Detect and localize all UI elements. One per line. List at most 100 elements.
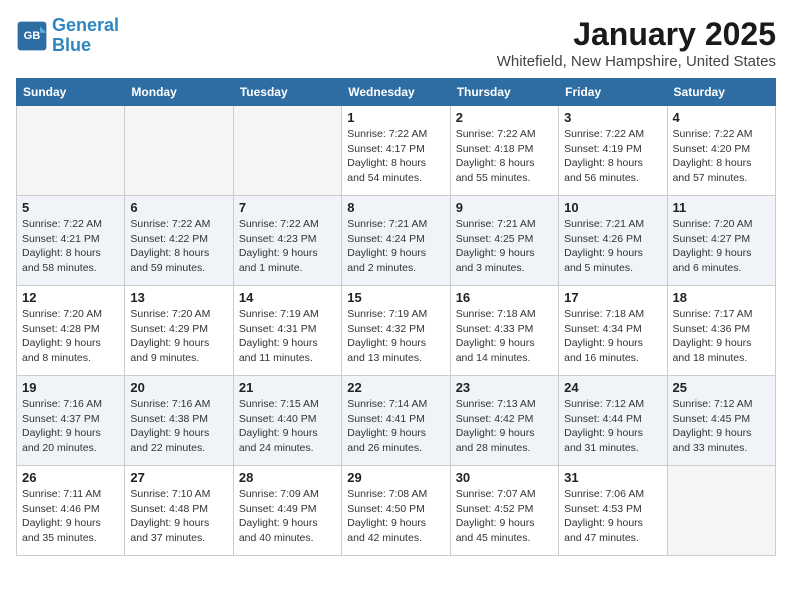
day-info: Sunrise: 7:10 AMSunset: 4:48 PMDaylight:… bbox=[130, 487, 227, 546]
day-info: Sunrise: 7:09 AMSunset: 4:49 PMDaylight:… bbox=[239, 487, 336, 546]
day-info: Sunrise: 7:20 AMSunset: 4:27 PMDaylight:… bbox=[673, 217, 770, 276]
day-number: 4 bbox=[673, 110, 770, 125]
calendar-cell: 4 Sunrise: 7:22 AMSunset: 4:20 PMDaylight… bbox=[667, 106, 775, 196]
day-info: Sunrise: 7:12 AMSunset: 4:44 PMDaylight:… bbox=[564, 397, 661, 456]
calendar-cell: 24 Sunrise: 7:12 AMSunset: 4:44 PMDayligh… bbox=[559, 376, 667, 466]
calendar-week-row: 12 Sunrise: 7:20 AMSunset: 4:28 PMDayligh… bbox=[17, 286, 776, 376]
month-title: January 2025 bbox=[497, 16, 776, 53]
calendar-cell: 1 Sunrise: 7:22 AMSunset: 4:17 PMDaylight… bbox=[342, 106, 450, 196]
day-info: Sunrise: 7:22 AMSunset: 4:19 PMDaylight:… bbox=[564, 127, 661, 186]
day-number: 3 bbox=[564, 110, 661, 125]
day-info: Sunrise: 7:16 AMSunset: 4:37 PMDaylight:… bbox=[22, 397, 119, 456]
day-info: Sunrise: 7:21 AMSunset: 4:25 PMDaylight:… bbox=[456, 217, 553, 276]
day-info: Sunrise: 7:06 AMSunset: 4:53 PMDaylight:… bbox=[564, 487, 661, 546]
day-number: 14 bbox=[239, 290, 336, 305]
calendar-cell: 31 Sunrise: 7:06 AMSunset: 4:53 PMDayligh… bbox=[559, 466, 667, 556]
calendar-cell: 5 Sunrise: 7:22 AMSunset: 4:21 PMDaylight… bbox=[17, 196, 125, 286]
day-number: 16 bbox=[456, 290, 553, 305]
calendar-cell: 22 Sunrise: 7:14 AMSunset: 4:41 PMDayligh… bbox=[342, 376, 450, 466]
calendar-cell: 3 Sunrise: 7:22 AMSunset: 4:19 PMDaylight… bbox=[559, 106, 667, 196]
calendar-cell: 2 Sunrise: 7:22 AMSunset: 4:18 PMDaylight… bbox=[450, 106, 558, 196]
day-number: 12 bbox=[22, 290, 119, 305]
calendar-cell bbox=[233, 106, 341, 196]
calendar-week-row: 26 Sunrise: 7:11 AMSunset: 4:46 PMDayligh… bbox=[17, 466, 776, 556]
day-number: 30 bbox=[456, 470, 553, 485]
calendar-cell bbox=[17, 106, 125, 196]
day-info: Sunrise: 7:18 AMSunset: 4:34 PMDaylight:… bbox=[564, 307, 661, 366]
calendar-week-row: 5 Sunrise: 7:22 AMSunset: 4:21 PMDaylight… bbox=[17, 196, 776, 286]
day-number: 28 bbox=[239, 470, 336, 485]
calendar-cell: 26 Sunrise: 7:11 AMSunset: 4:46 PMDayligh… bbox=[17, 466, 125, 556]
day-info: Sunrise: 7:15 AMSunset: 4:40 PMDaylight:… bbox=[239, 397, 336, 456]
col-header-friday: Friday bbox=[559, 79, 667, 106]
day-info: Sunrise: 7:22 AMSunset: 4:20 PMDaylight:… bbox=[673, 127, 770, 186]
calendar-cell: 11 Sunrise: 7:20 AMSunset: 4:27 PMDayligh… bbox=[667, 196, 775, 286]
calendar-cell: 23 Sunrise: 7:13 AMSunset: 4:42 PMDayligh… bbox=[450, 376, 558, 466]
day-number: 5 bbox=[22, 200, 119, 215]
calendar-cell: 10Sunrise: 7:21 AMSunset: 4:26 PMDayligh… bbox=[559, 196, 667, 286]
day-info: Sunrise: 7:21 AMSunset: 4:26 PMDaylight:… bbox=[564, 217, 661, 276]
day-info: Sunrise: 7:19 AMSunset: 4:31 PMDaylight:… bbox=[239, 307, 336, 366]
day-number: 29 bbox=[347, 470, 444, 485]
calendar-cell: 30 Sunrise: 7:07 AMSunset: 4:52 PMDayligh… bbox=[450, 466, 558, 556]
calendar-cell: 8 Sunrise: 7:21 AMSunset: 4:24 PMDaylight… bbox=[342, 196, 450, 286]
col-header-tuesday: Tuesday bbox=[233, 79, 341, 106]
logo-icon: GB bbox=[16, 20, 48, 52]
calendar-header-row: SundayMondayTuesdayWednesdayThursdayFrid… bbox=[17, 79, 776, 106]
day-number: 31 bbox=[564, 470, 661, 485]
calendar-week-row: 19Sunrise: 7:16 AMSunset: 4:37 PMDayligh… bbox=[17, 376, 776, 466]
calendar-week-row: 1 Sunrise: 7:22 AMSunset: 4:17 PMDaylight… bbox=[17, 106, 776, 196]
day-number: 21 bbox=[239, 380, 336, 395]
location-title: Whitefield, New Hampshire, United States bbox=[497, 53, 776, 70]
day-info: Sunrise: 7:21 AMSunset: 4:24 PMDaylight:… bbox=[347, 217, 444, 276]
day-number: 23 bbox=[456, 380, 553, 395]
calendar-cell: 27 Sunrise: 7:10 AMSunset: 4:48 PMDayligh… bbox=[125, 466, 233, 556]
svg-text:GB: GB bbox=[24, 30, 41, 42]
calendar-cell: 17 Sunrise: 7:18 AMSunset: 4:34 PMDayligh… bbox=[559, 286, 667, 376]
day-info: Sunrise: 7:22 AMSunset: 4:23 PMDaylight:… bbox=[239, 217, 336, 276]
calendar-cell: 7 Sunrise: 7:22 AMSunset: 4:23 PMDaylight… bbox=[233, 196, 341, 286]
day-number: 24 bbox=[564, 380, 661, 395]
calendar-cell: 6 Sunrise: 7:22 AMSunset: 4:22 PMDaylight… bbox=[125, 196, 233, 286]
calendar-cell: 29 Sunrise: 7:08 AMSunset: 4:50 PMDayligh… bbox=[342, 466, 450, 556]
day-number: 22 bbox=[347, 380, 444, 395]
day-number: 17 bbox=[564, 290, 661, 305]
calendar-cell: 28 Sunrise: 7:09 AMSunset: 4:49 PMDayligh… bbox=[233, 466, 341, 556]
day-number: 11 bbox=[673, 200, 770, 215]
calendar-cell: 15Sunrise: 7:19 AMSunset: 4:32 PMDayligh… bbox=[342, 286, 450, 376]
day-info: Sunrise: 7:22 AMSunset: 4:17 PMDaylight:… bbox=[347, 127, 444, 186]
day-info: Sunrise: 7:22 AMSunset: 4:22 PMDaylight:… bbox=[130, 217, 227, 276]
day-info: Sunrise: 7:12 AMSunset: 4:45 PMDaylight:… bbox=[673, 397, 770, 456]
day-number: 1 bbox=[347, 110, 444, 125]
col-header-thursday: Thursday bbox=[450, 79, 558, 106]
day-number: 8 bbox=[347, 200, 444, 215]
day-info: Sunrise: 7:07 AMSunset: 4:52 PMDaylight:… bbox=[456, 487, 553, 546]
logo-text: General Blue bbox=[52, 16, 119, 56]
day-number: 6 bbox=[130, 200, 227, 215]
calendar-cell: 20Sunrise: 7:16 AMSunset: 4:38 PMDayligh… bbox=[125, 376, 233, 466]
day-info: Sunrise: 7:14 AMSunset: 4:41 PMDaylight:… bbox=[347, 397, 444, 456]
page-header: GB General Blue January 2025 Whitefield,… bbox=[16, 16, 776, 70]
calendar-cell: 19Sunrise: 7:16 AMSunset: 4:37 PMDayligh… bbox=[17, 376, 125, 466]
calendar-cell bbox=[125, 106, 233, 196]
day-info: Sunrise: 7:20 AMSunset: 4:28 PMDaylight:… bbox=[22, 307, 119, 366]
col-header-monday: Monday bbox=[125, 79, 233, 106]
col-header-saturday: Saturday bbox=[667, 79, 775, 106]
day-info: Sunrise: 7:11 AMSunset: 4:46 PMDaylight:… bbox=[22, 487, 119, 546]
day-number: 2 bbox=[456, 110, 553, 125]
day-info: Sunrise: 7:22 AMSunset: 4:21 PMDaylight:… bbox=[22, 217, 119, 276]
day-number: 26 bbox=[22, 470, 119, 485]
calendar-cell: 12 Sunrise: 7:20 AMSunset: 4:28 PMDayligh… bbox=[17, 286, 125, 376]
day-info: Sunrise: 7:08 AMSunset: 4:50 PMDaylight:… bbox=[347, 487, 444, 546]
calendar-cell: 16Sunrise: 7:18 AMSunset: 4:33 PMDayligh… bbox=[450, 286, 558, 376]
day-number: 27 bbox=[130, 470, 227, 485]
day-number: 9 bbox=[456, 200, 553, 215]
day-info: Sunrise: 7:19 AMSunset: 4:32 PMDaylight:… bbox=[347, 307, 444, 366]
day-number: 25 bbox=[673, 380, 770, 395]
day-info: Sunrise: 7:13 AMSunset: 4:42 PMDaylight:… bbox=[456, 397, 553, 456]
calendar-cell: 14 Sunrise: 7:19 AMSunset: 4:31 PMDayligh… bbox=[233, 286, 341, 376]
day-number: 7 bbox=[239, 200, 336, 215]
day-info: Sunrise: 7:22 AMSunset: 4:18 PMDaylight:… bbox=[456, 127, 553, 186]
calendar-table: SundayMondayTuesdayWednesdayThursdayFrid… bbox=[16, 78, 776, 556]
day-info: Sunrise: 7:20 AMSunset: 4:29 PMDaylight:… bbox=[130, 307, 227, 366]
